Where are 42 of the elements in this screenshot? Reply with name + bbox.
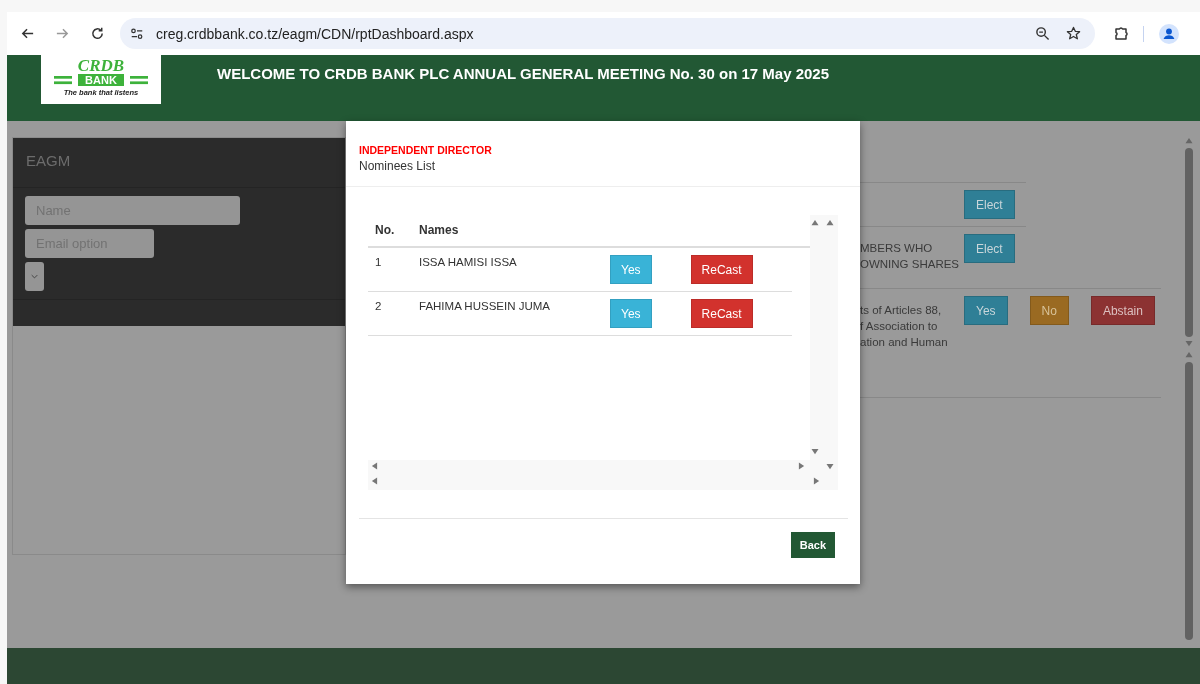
dialog-kicker: INDEPENDENT DIRECTOR — [359, 144, 493, 156]
chevron-down-icon — [31, 274, 38, 279]
scrollbar-thumb[interactable] — [1185, 362, 1193, 640]
site-settings-icon[interactable] — [130, 26, 144, 41]
table-cell-text: 2 — [375, 300, 383, 312]
back-button[interactable]: Back — [790, 532, 835, 558]
address-bar[interactable]: creg.crdbbank.co.tz/eagm/CDN/rptDashboard.aspx — [120, 18, 1095, 49]
scrollbar[interactable] — [810, 215, 838, 490]
vote-button[interactable]: ReCast — [690, 299, 753, 328]
logo-wordmark: CRDB — [77, 57, 125, 74]
agenda-text: OWNING SHARES — [860, 257, 961, 272]
agenda-text: f Association to — [860, 319, 939, 334]
extensions-icon[interactable] — [1113, 25, 1129, 42]
url-text: creg.crdbbank.co.tz/eagm/CDN/rptDashboard.aspx — [156, 25, 474, 42]
table-cell-text: FAHIMA HUSSEIN JUMA — [419, 300, 551, 312]
back-icon[interactable] — [20, 26, 35, 41]
vote-button[interactable]: Elect — [964, 234, 1015, 263]
vote-button[interactable]: No — [1029, 296, 1069, 325]
agenda-text: ts of Articles 88, — [860, 303, 943, 318]
agenda-text: MBERS WHO — [860, 241, 934, 256]
vote-button[interactable]: Yes — [610, 299, 652, 328]
vote-button[interactable]: Abstain — [1090, 296, 1155, 325]
agenda-text: ation and Human — [860, 335, 949, 350]
table-cell-text: 1 — [375, 256, 383, 268]
table-cell-text: ISSA HAMISI ISSA — [419, 256, 518, 268]
page-title: WELCOME TO CRDB BANK PLC ANNUAL GENERAL MEETING No. 30 on 17 May 2025 — [217, 65, 830, 82]
panel-title: EAGM — [13, 138, 345, 188]
zoom-out-icon[interactable] — [1035, 26, 1050, 41]
vote-button[interactable]: Elect — [964, 190, 1015, 219]
profile-avatar-icon[interactable] — [1159, 23, 1179, 44]
vote-button[interactable]: ReCast — [690, 255, 753, 284]
column-header: No. — [375, 223, 396, 237]
dialog-title: Nominees List — [359, 159, 437, 173]
vote-button[interactable]: Yes — [610, 255, 652, 284]
logo-badge: BANK — [78, 74, 124, 86]
reload-icon[interactable] — [90, 26, 105, 41]
column-header: Names — [419, 223, 460, 237]
scrollbar-thumb[interactable] — [1185, 148, 1193, 337]
forward-icon[interactable] — [55, 26, 70, 41]
scrollbar[interactable] — [368, 460, 810, 490]
vote-button[interactable]: Yes — [964, 296, 1008, 325]
star-icon[interactable] — [1066, 26, 1081, 41]
